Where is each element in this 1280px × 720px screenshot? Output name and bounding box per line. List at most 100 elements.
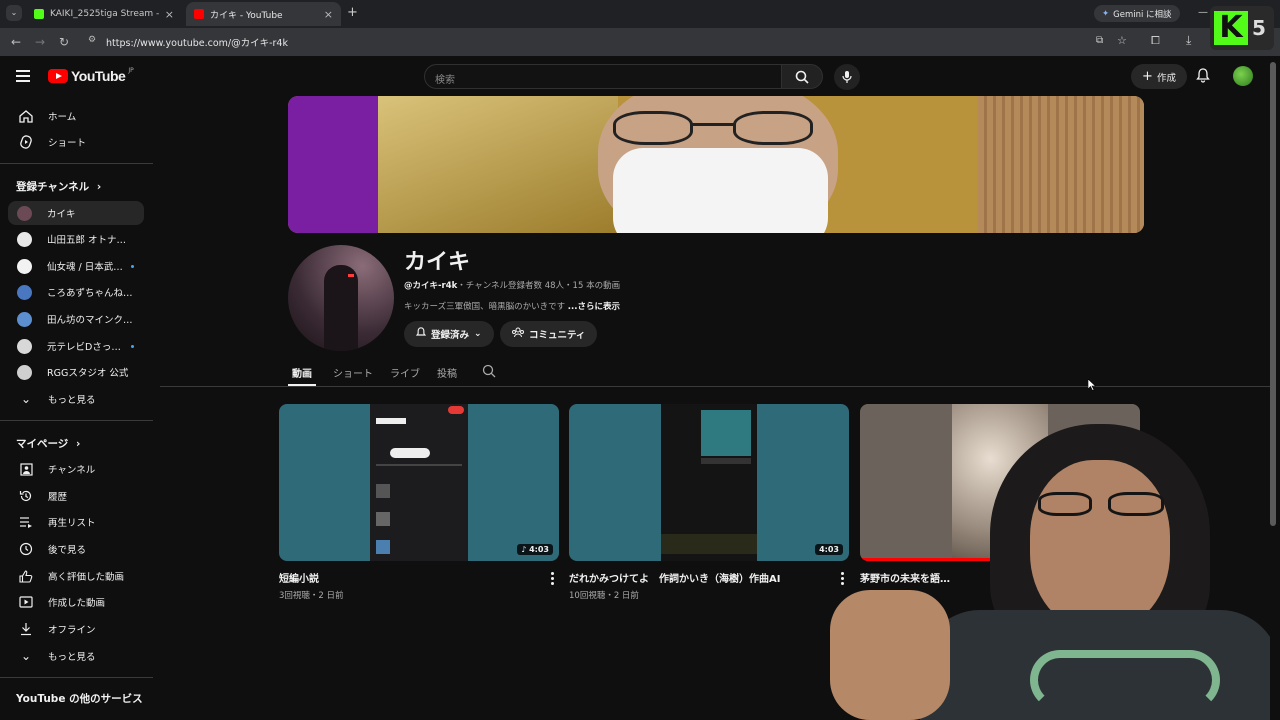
sidebar-item-label: 山田五郎 オトナの… — [47, 235, 133, 246]
webcam-shirt-print — [1030, 650, 1220, 710]
channel-name: カイキ — [404, 250, 471, 275]
kick-badge-number: 5 — [1252, 16, 1266, 40]
hamburger-menu-icon[interactable] — [16, 70, 30, 82]
you-title: マイページ — [16, 438, 69, 450]
video-thumbnail[interactable]: 4:03 — [569, 404, 849, 561]
tab-shorts[interactable]: ショート — [333, 360, 373, 386]
sidebar-item-subscription[interactable]: 元テレビDさっ… — [8, 334, 144, 358]
youtube-logo[interactable]: YouTube JP — [48, 67, 134, 84]
more-options-icon[interactable] — [551, 572, 555, 587]
account-avatar[interactable] — [1233, 66, 1253, 86]
tab-videos[interactable]: 動画 — [288, 360, 316, 386]
community-button[interactable]: コミュニティ — [500, 321, 598, 347]
sidebar-item-liked-videos[interactable]: 高く評価した動画 — [8, 564, 144, 588]
webcam-glasses — [1038, 492, 1164, 518]
thumbnail-dark-panel — [661, 404, 757, 561]
sidebar-item-downloads[interactable]: オフライン — [8, 617, 144, 641]
extensions-icon[interactable]: ⧠ — [1151, 34, 1160, 48]
tab-search-button[interactable]: ⌄ — [6, 5, 22, 21]
sidebar-item-show-more[interactable]: ⌄ もっと見る — [8, 644, 144, 668]
channel-banner — [288, 96, 1144, 233]
site-info-icon[interactable]: ⚙ — [88, 35, 96, 45]
sidebar-item-label: 作成した動画 — [48, 598, 106, 609]
divider — [0, 677, 153, 678]
channel-search-icon[interactable] — [482, 360, 496, 386]
install-app-icon[interactable]: ⧉ — [1096, 35, 1103, 46]
new-content-dot — [131, 344, 134, 348]
sidebar-item-your-videos[interactable]: 作成した動画 — [8, 590, 144, 614]
divider — [0, 420, 153, 421]
youtube-header: YouTube JP 検索 + 作成 — [0, 56, 1280, 96]
sidebar-item-home[interactable]: ホーム — [8, 104, 144, 128]
avatar-eye-light — [348, 274, 354, 277]
create-button[interactable]: + 作成 — [1131, 64, 1187, 89]
sidebar-item-label: 履歴 — [48, 492, 68, 503]
close-icon[interactable]: × — [324, 8, 333, 21]
sidebar-item-subscription[interactable]: 仙女魂 / 日本武… — [8, 254, 144, 278]
sidebar-item-label: もっと見る — [48, 395, 96, 406]
subscriptions-title: 登録チャンネル — [16, 181, 90, 193]
sidebar-item-subscription[interactable]: RGGスタジオ 公式 — [8, 360, 144, 384]
channel-meta: @カイキ-r4k・チャンネル登録者数 48人・15 本の動画 — [404, 279, 620, 291]
sidebar-item-watch-later[interactable]: 後で見る — [8, 537, 144, 561]
create-label: 作成 — [1156, 72, 1176, 84]
video-thumbnail[interactable]: ♪ 4:03 — [279, 404, 559, 561]
bookmark-star-icon[interactable]: ☆ — [1117, 34, 1127, 47]
community-icon — [512, 327, 524, 341]
browser-tab[interactable]: KAIKI_2525tiga Stream - Watch × — [26, 2, 182, 26]
browser-tab-title: カイキ - YouTube — [210, 10, 283, 21]
sidebar-item-subscription[interactable]: 田ん坊のマインク… — [8, 307, 144, 331]
video-card[interactable]: 4:03 だれかみつけてよ 作詞かいき（海樹）作曲AI 10回視聴・2 日前 — [569, 404, 849, 601]
page-scrollbar[interactable] — [1270, 62, 1276, 526]
banner-glasses — [613, 111, 823, 147]
new-tab-button[interactable]: + — [347, 5, 358, 20]
close-icon[interactable]: × — [165, 8, 174, 21]
search-input[interactable]: 検索 — [424, 64, 782, 89]
browser-tab[interactable]: カイキ - YouTube × — [186, 2, 341, 26]
video-title[interactable]: 短編小説 — [279, 570, 559, 585]
chevron-right-icon: › — [96, 181, 102, 193]
show-more-link[interactable]: ...さらに表示 — [568, 302, 620, 312]
sidebar-item-shorts[interactable]: ショート — [8, 130, 144, 154]
video-meta: 3回視聴・2 日前 — [279, 591, 344, 601]
shorts-icon — [16, 135, 36, 149]
channel-description[interactable]: キッカーズ三軍傲国、暗黒脳のかいきです ...さらに表示 — [404, 300, 620, 312]
channel-avatar-large[interactable] — [288, 245, 394, 351]
you-heading[interactable]: マイページ › — [16, 436, 80, 451]
channel-avatar — [17, 284, 32, 300]
search-button[interactable] — [781, 64, 823, 89]
bell-icon — [415, 327, 427, 341]
sidebar-item-label: 仙女魂 / 日本武… — [47, 262, 123, 273]
tab-posts[interactable]: 投稿 — [437, 360, 457, 386]
tab-live[interactable]: ライブ — [390, 360, 420, 386]
watch-later-icon — [16, 542, 36, 556]
sidebar-item-show-more[interactable]: ⌄ もっと見る — [8, 387, 144, 411]
sidebar-item-subscription[interactable]: ころあずちゃんね… — [8, 280, 144, 304]
download-icon[interactable]: ⤓ — [1186, 33, 1191, 48]
voice-search-button[interactable] — [834, 64, 860, 90]
minimize-button[interactable]: — — [1198, 7, 1208, 18]
sidebar-item-history[interactable]: 履歴 — [8, 484, 144, 508]
sidebar-item-playlists[interactable]: 再生リスト — [8, 510, 144, 534]
chevron-down-icon: ⌄ — [20, 649, 32, 663]
video-card[interactable]: ♪ 4:03 短編小説 3回視聴・2 日前 — [279, 404, 559, 601]
description-text: キッカーズ三軍傲国、暗黒脳のかいきです — [404, 302, 566, 312]
sidebar-item-label: 田ん坊のマインク… — [47, 315, 133, 326]
video-meta: 10回視聴・2 日前 — [569, 591, 639, 601]
sidebar-item-channel[interactable]: チャンネル — [8, 457, 144, 481]
divider — [0, 163, 153, 164]
subscribed-button[interactable]: 登録済み ⌄ — [404, 321, 494, 347]
tabs-divider — [160, 386, 1270, 387]
browser-tab-title: KAIKI_2525tiga Stream - Watch — [50, 9, 159, 19]
back-arrow-icon[interactable]: ← — [4, 35, 28, 49]
reload-icon[interactable]: ↻ — [52, 35, 76, 49]
forward-arrow-icon[interactable]: → — [28, 35, 52, 49]
video-title[interactable]: だれかみつけてよ 作詞かいき（海樹）作曲AI — [569, 570, 849, 585]
notifications-bell-icon[interactable] — [1196, 68, 1210, 87]
like-icon — [16, 569, 36, 583]
sidebar-item-subscription[interactable]: 山田五郎 オトナの… — [8, 227, 144, 251]
gemini-button[interactable]: ✦ Gemini に相談 — [1094, 5, 1180, 22]
address-bar[interactable]: ⚙ https://www.youtube.com/@カイキ-r4k ⧉ ☆ — [80, 32, 1140, 52]
sidebar-item-subscription[interactable]: カイキ — [8, 201, 144, 225]
subscriptions-heading[interactable]: 登録チャンネル › — [16, 179, 101, 194]
